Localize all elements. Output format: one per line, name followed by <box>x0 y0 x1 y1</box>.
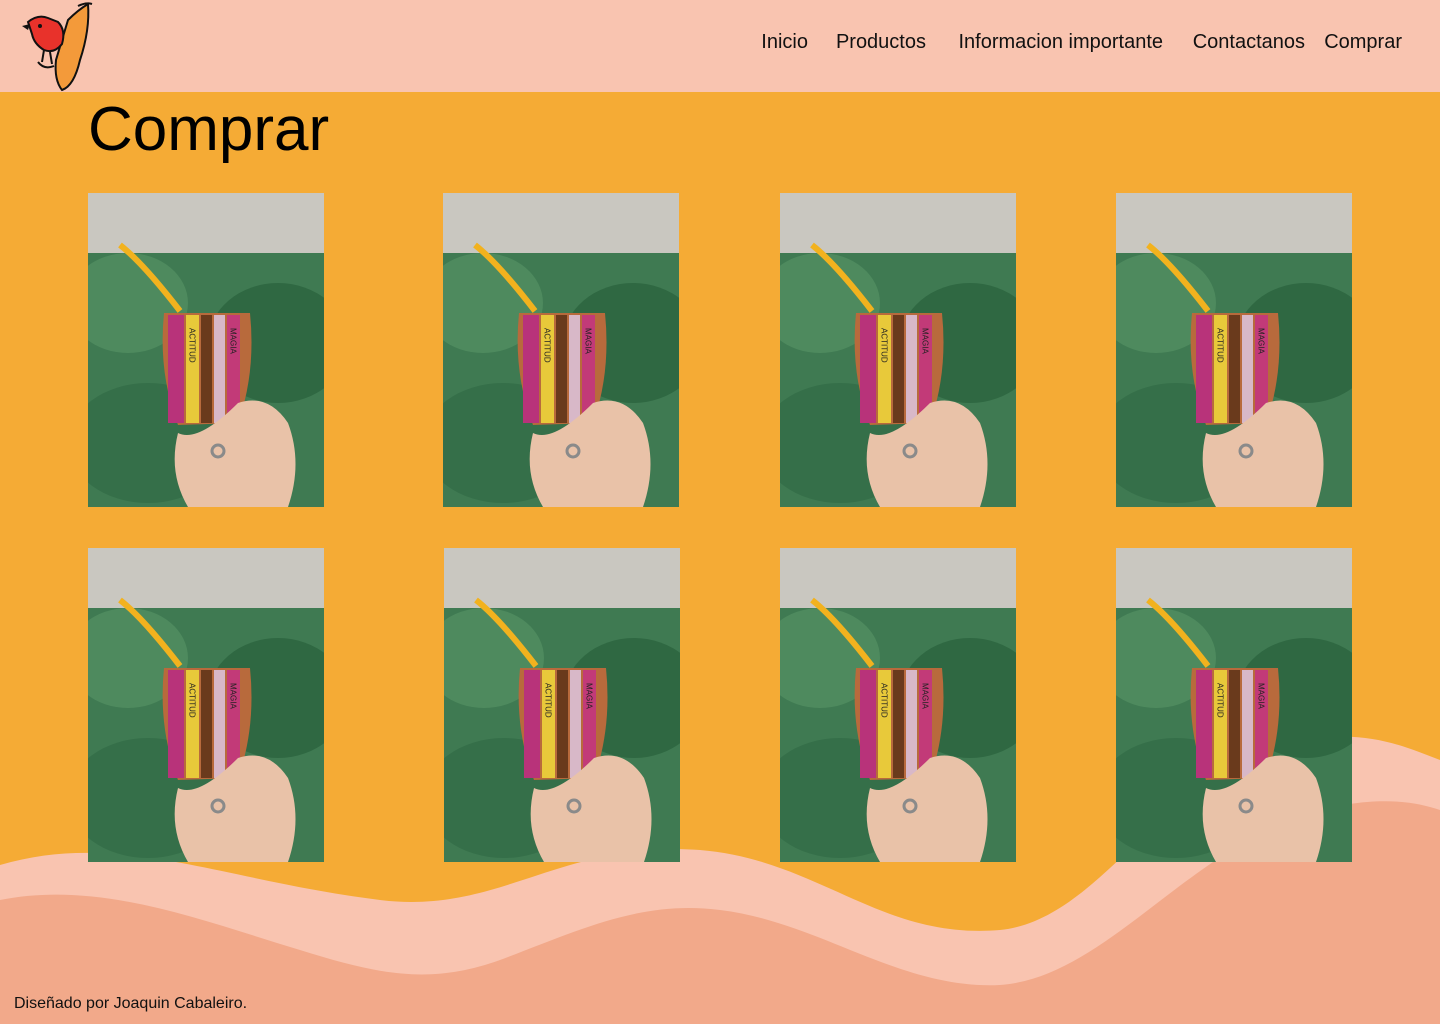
mate-cup-photo: ACTITUD MAGIA <box>88 548 324 862</box>
cup-text-left: ACTITUD <box>188 328 197 363</box>
cup-text-left: ACTITUD <box>880 328 889 363</box>
cup-text-left: ACTITUD <box>543 328 552 363</box>
cup-text-right: MAGIA <box>229 328 238 354</box>
cup-text-right: MAGIA <box>921 683 930 709</box>
product-card[interactable]: ACTITUD MAGIA <box>1116 193 1352 507</box>
product-card[interactable]: ACTITUD MAGIA <box>444 548 680 862</box>
cup-text-right: MAGIA <box>1257 328 1266 354</box>
product-grid: ACTITUD MAGIA ACTITUD MAGIA ACTITUD MAGI… <box>0 0 1440 1024</box>
product-card[interactable]: ACTITUD MAGIA <box>780 548 1016 862</box>
cup-text-right: MAGIA <box>229 683 238 709</box>
product-card[interactable]: ACTITUD MAGIA <box>1116 548 1352 862</box>
cup-text-left: ACTITUD <box>1216 683 1225 718</box>
product-card[interactable]: ACTITUD MAGIA <box>443 193 679 507</box>
footer-credit: Diseñado por Joaquin Cabaleiro. <box>14 995 248 1012</box>
cup-text-left: ACTITUD <box>544 683 553 718</box>
cup-text-right: MAGIA <box>584 328 593 354</box>
cup-text-left: ACTITUD <box>880 683 889 718</box>
cup-text-right: MAGIA <box>921 328 930 354</box>
mate-cup-photo: ACTITUD MAGIA <box>444 548 680 862</box>
cup-text-right: MAGIA <box>585 683 594 709</box>
mate-cup-photo: ACTITUD MAGIA <box>1116 193 1352 507</box>
mate-cup-photo: ACTITUD MAGIA <box>88 193 324 507</box>
mate-cup-photo: ACTITUD MAGIA <box>443 193 679 507</box>
product-card[interactable]: ACTITUD MAGIA <box>88 548 324 862</box>
mate-cup-photo: ACTITUD MAGIA <box>780 193 1016 507</box>
cup-text-left: ACTITUD <box>1216 328 1225 363</box>
product-card[interactable]: ACTITUD MAGIA <box>88 193 324 507</box>
product-card[interactable]: ACTITUD MAGIA <box>780 193 1016 507</box>
cup-text-left: ACTITUD <box>188 683 197 718</box>
mate-cup-photo: ACTITUD MAGIA <box>780 548 1016 862</box>
cup-text-right: MAGIA <box>1257 683 1266 709</box>
mate-cup-photo: ACTITUD MAGIA <box>1116 548 1352 862</box>
